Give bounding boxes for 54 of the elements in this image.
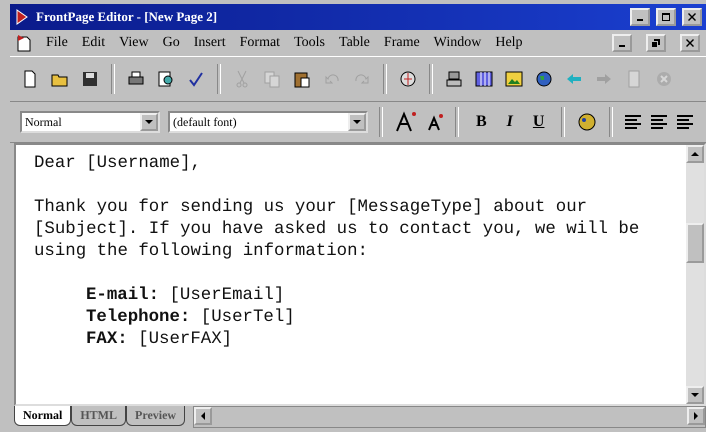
stop-icon [654, 69, 674, 89]
format-button[interactable]: B [470, 113, 493, 131]
menu-item[interactable]: File [46, 35, 68, 51]
component-icon [398, 69, 418, 89]
window-title: FrontPage Editor - [New Page 2] [36, 9, 218, 25]
palette-icon[interactable] [576, 111, 598, 133]
align-icon[interactable] [676, 114, 694, 130]
grow-font-icon[interactable] [394, 111, 418, 133]
font-dropdown[interactable]: (default font) [168, 111, 368, 133]
view-tab[interactable]: HTML [71, 406, 126, 426]
menu-item[interactable]: Table [339, 35, 370, 51]
horizontal-scrollbar[interactable] [193, 406, 706, 428]
menu-item[interactable]: Frame [384, 35, 420, 51]
menu-item[interactable]: Format [240, 35, 280, 51]
style-dropdown[interactable]: Normal [20, 111, 160, 133]
table-icon [474, 69, 494, 89]
vertical-scrollbar[interactable] [686, 145, 704, 404]
restore-button[interactable] [646, 34, 666, 52]
menu-item[interactable]: Edit [82, 35, 106, 51]
menu-item[interactable]: Window [434, 35, 482, 51]
menu-item[interactable]: Go [162, 35, 180, 51]
format-button[interactable]: U [526, 113, 550, 131]
image-icon [504, 69, 524, 89]
shrink-font-icon[interactable] [426, 113, 444, 131]
align-icon[interactable] [624, 114, 642, 130]
globe-icon [534, 69, 554, 89]
close-button[interactable] [680, 34, 700, 52]
close-button[interactable] [682, 8, 702, 26]
format-button[interactable]: I [500, 113, 519, 131]
menu-item[interactable]: Help [495, 35, 523, 51]
app-logo-icon [14, 8, 30, 26]
align-icon[interactable] [650, 114, 668, 130]
menu-item[interactable]: View [119, 35, 149, 51]
right-arrow-icon [692, 412, 700, 420]
document-text: Dear [Username], Thank you for sending us your [MessageType] about our [Subject]. If you have asked us to contact you, we will be using the following information: E-mail: [UserEmail] Telephone: [UserTel] FAX: [UserFAX] [33, 153, 640, 351]
copy-icon [262, 69, 282, 89]
menu-item[interactable]: Tools [294, 35, 325, 51]
up-arrow-icon [691, 150, 699, 158]
view-tab[interactable]: Normal [14, 406, 72, 426]
close-icon [686, 39, 694, 47]
down-arrow-icon [691, 391, 699, 399]
view-tab[interactable]: Preview [126, 406, 186, 426]
caret-icon [145, 118, 153, 126]
maximize-icon [662, 13, 670, 21]
left-arrow-icon [199, 412, 208, 420]
minimize-button[interactable] [630, 8, 650, 26]
minimize-button[interactable] [612, 34, 632, 52]
menu-item[interactable]: Insert [194, 35, 226, 51]
close-icon [688, 13, 696, 21]
maximize-button[interactable] [656, 8, 676, 26]
caret-icon [353, 118, 361, 126]
document-icon [16, 34, 32, 52]
restore-icon [652, 39, 660, 47]
scrollbar-thumb[interactable] [686, 223, 704, 263]
